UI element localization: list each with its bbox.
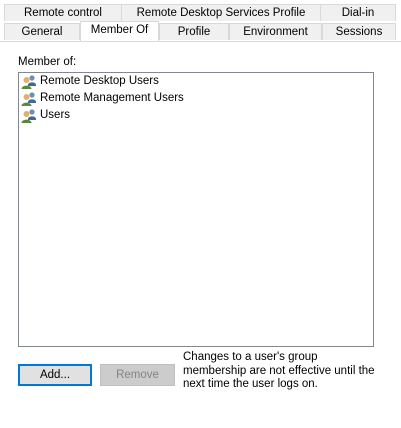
list-item[interactable]: Remote Desktop Users	[19, 73, 373, 90]
group-name: Users	[40, 109, 71, 121]
tab-label: Environment	[243, 26, 308, 38]
group-icon	[21, 91, 37, 107]
list-item[interactable]: Remote Management Users	[19, 90, 373, 107]
tab-label: Member Of	[90, 24, 149, 36]
remove-button[interactable]: Remove	[100, 364, 175, 386]
tab-remote-desktop-services-profile[interactable]: Remote Desktop Services Profile	[121, 4, 321, 21]
tab-label: Dial-in	[341, 7, 375, 19]
tab-remote-control[interactable]: Remote control	[4, 4, 122, 21]
tab-profile[interactable]: Profile	[159, 23, 229, 40]
tab-row-bottom: General Member Of Profile Environment Se…	[0, 21, 401, 41]
tab-row-top: Remote control Remote Desktop Services P…	[0, 4, 401, 22]
tab-label: Remote control	[24, 7, 102, 19]
tab-label: Remote Desktop Services Profile	[136, 7, 306, 19]
add-button[interactable]: Add...	[18, 364, 92, 386]
tab-label: Sessions	[335, 26, 383, 38]
tab-member-of[interactable]: Member Of	[80, 21, 159, 41]
list-item[interactable]: Users	[19, 107, 373, 124]
membership-note: Changes to a user's group membership are…	[183, 351, 375, 390]
group-name: Remote Management Users	[40, 92, 184, 104]
tab-sessions[interactable]: Sessions	[322, 23, 396, 40]
tab-label: General	[21, 26, 63, 38]
member-of-label: Member of:	[18, 56, 77, 68]
group-name: Remote Desktop Users	[40, 75, 159, 87]
member-of-list[interactable]: Remote Desktop Users Remote Management U…	[18, 72, 374, 347]
tab-label: Profile	[177, 26, 211, 38]
tab-environment[interactable]: Environment	[229, 23, 322, 40]
tab-general[interactable]: General	[4, 23, 80, 40]
group-icon	[21, 74, 37, 90]
tab-dial-in[interactable]: Dial-in	[320, 4, 396, 21]
group-icon	[21, 108, 37, 124]
